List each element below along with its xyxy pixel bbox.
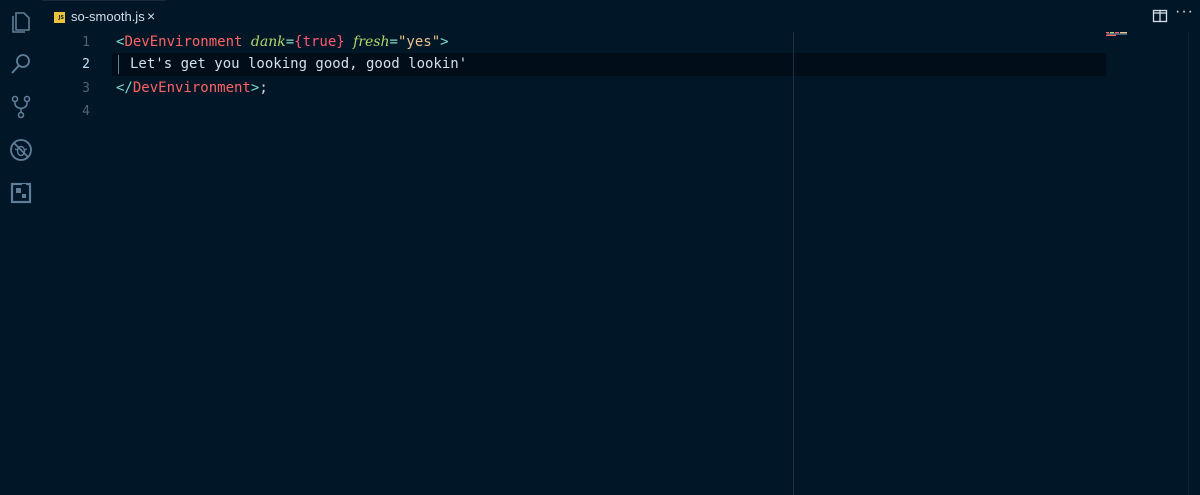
jsx-tag-name: DevEnvironment — [124, 34, 243, 50]
jsx-tag-name: DevEnvironment — [132, 80, 251, 96]
editor-ruler — [793, 32, 794, 495]
line-number: 3 — [82, 81, 90, 96]
jsx-equals: = — [285, 34, 295, 50]
editor-window: JS so-smooth.js × ··· 1 2 3 4 <DevEnviro… — [0, 0, 1200, 495]
tab-title: so-smooth.js — [71, 9, 145, 24]
activity-bar — [0, 0, 42, 495]
split-editor-icon[interactable] — [1152, 8, 1168, 24]
jsx-close-bracket: > — [440, 34, 449, 50]
debug-icon[interactable] — [8, 137, 34, 163]
jsx-string-value: "yes" — [397, 34, 441, 50]
jsx-equals: = — [389, 34, 398, 50]
semicolon: ; — [259, 80, 268, 96]
jsx-text-content: Let's get you looking good, good lookin' — [130, 56, 468, 72]
code-line-2: Let's get you looking good, good lookin' — [130, 53, 467, 76]
jsx-value-true: true — [302, 34, 337, 50]
jsx-closing-open-bracket: </ — [116, 80, 133, 96]
minimap[interactable] — [1106, 32, 1128, 36]
source-control-icon[interactable] — [8, 94, 34, 120]
jsx-brace-close: } — [336, 34, 345, 50]
indent-guide — [118, 55, 119, 74]
more-actions-icon[interactable]: ··· — [1175, 3, 1194, 21]
line-number: 4 — [82, 104, 90, 119]
jsx-attribute-dank: dank — [250, 34, 286, 50]
line-number-active: 2 — [82, 57, 90, 72]
line-number: 1 — [82, 35, 90, 50]
close-icon[interactable]: × — [147, 8, 155, 24]
code-editor[interactable]: 1 2 3 4 <DevEnvironment dank={true} fres… — [42, 32, 1200, 495]
tab-bar: JS so-smooth.js × ··· — [42, 0, 1200, 32]
files-icon[interactable] — [8, 8, 34, 34]
search-icon[interactable] — [8, 51, 34, 77]
jsx-attribute-fresh: fresh — [353, 34, 390, 50]
code-line-1: <DevEnvironment dank={true} fresh="yes"> — [116, 31, 449, 54]
code-line-3: </DevEnvironment>; — [116, 77, 268, 100]
js-file-icon: JS — [54, 12, 65, 23]
vertical-scrollbar[interactable] — [1188, 32, 1189, 495]
extensions-icon[interactable] — [8, 180, 34, 206]
tab-so-smooth-js[interactable]: JS so-smooth.js × — [42, 0, 165, 32]
jsx-brace-open: { — [294, 34, 303, 50]
